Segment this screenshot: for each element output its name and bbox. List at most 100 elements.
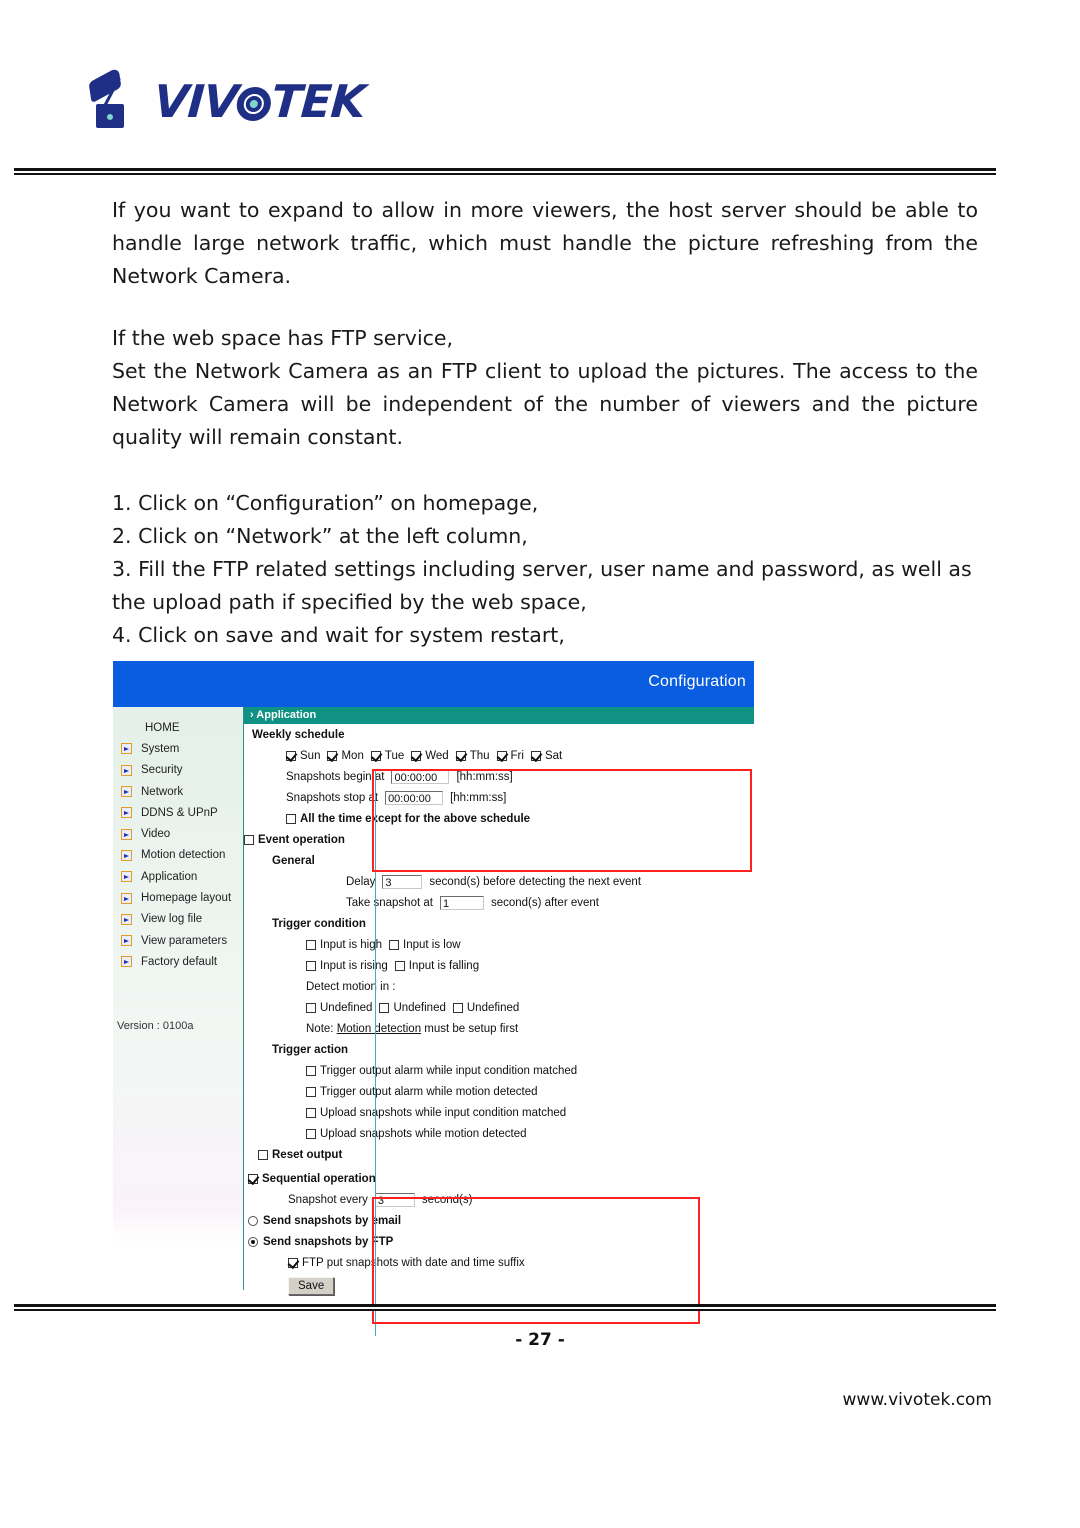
day-label-fri: Fri [510, 749, 524, 762]
save-button[interactable]: Save [288, 1277, 335, 1295]
sidebar-item-system[interactable]: System [113, 738, 243, 759]
sidebar-item-ddns-upnp[interactable]: DDNS & UPnP [113, 802, 243, 823]
sidebar-item-view-log-file[interactable]: View log file [113, 909, 243, 930]
snapshot-every-input[interactable]: 3 [374, 1192, 415, 1207]
sidebar-item-label: Video [141, 828, 171, 841]
radio-send-snapshots-by-email[interactable] [248, 1215, 258, 1226]
sidebar-item-homepage-layout[interactable]: Homepage layout [113, 887, 243, 908]
checkbox-ftp-date-time-suffix[interactable] [288, 1257, 298, 1268]
trigger-action-label: Trigger output alarm while motion detect… [320, 1085, 538, 1098]
step-item: 3. Fill the FTP related settings includi… [112, 557, 972, 614]
brand-wordmark: VIV TEK [152, 74, 367, 128]
sidebar-item-label: System [141, 742, 180, 755]
snapshots-begin-input[interactable]: 00:00:00 [391, 769, 450, 784]
sidebar: HOME System Security Network DDNS & UPnP… [113, 707, 244, 1290]
checkbox-input-is-high[interactable] [306, 939, 316, 950]
motion-zone-1-label: Undefined [320, 1001, 373, 1014]
sidebar-item-application[interactable]: Application [113, 866, 243, 887]
take-snapshot-input[interactable]: 1 [439, 895, 484, 910]
checkbox-thu[interactable] [455, 750, 466, 761]
checkbox-sat[interactable] [530, 750, 541, 761]
all-time-except-row: All the time except for the above schedu… [244, 808, 754, 829]
general-heading: General [272, 854, 315, 867]
checkbox-motion-zone-3[interactable] [452, 1002, 463, 1013]
checkbox-sequential-operation[interactable] [248, 1173, 258, 1184]
checkbox-input-is-rising[interactable] [306, 960, 316, 971]
sequential-operation-heading: Sequential operation [262, 1172, 376, 1185]
checkbox-all-time-except[interactable] [286, 813, 296, 824]
checkbox-trigger-output-motion[interactable] [306, 1086, 316, 1097]
motion-zone-2-label: Undefined [393, 1001, 446, 1014]
sidebar-item-network[interactable]: Network [113, 781, 243, 802]
trigger-action-label: Upload snapshots while input condition m… [320, 1106, 567, 1119]
checkbox-upload-snapshots-motion[interactable] [306, 1128, 316, 1139]
checkbox-mon[interactable] [327, 750, 338, 761]
checkbox-sun[interactable] [286, 750, 296, 761]
header-divider [14, 168, 996, 175]
checkbox-motion-zone-1[interactable] [306, 1002, 316, 1013]
take-snapshot-suffix-label: second(s) after event [490, 896, 599, 909]
motion-detection-link[interactable]: Motion detection [337, 1023, 421, 1035]
snapshots-begin-row: Snapshots begin at 00:00:00 [hh:mm:ss] [244, 766, 754, 787]
arrow-right-icon [121, 743, 132, 755]
checkbox-tue[interactable] [370, 750, 381, 761]
arrow-right-icon [121, 871, 132, 883]
ftp-paragraph-block: If the web space has FTP service, Set th… [112, 322, 978, 454]
snapshots-stop-input[interactable]: 00:00:00 [385, 790, 444, 805]
checkbox-fri[interactable] [496, 750, 507, 761]
reset-output-row: Reset output [244, 1144, 754, 1165]
paragraph-2-line-2: Set the Network Camera as an FTP client … [112, 359, 978, 449]
arrow-right-icon [121, 956, 132, 968]
snapshot-every-label: Snapshot every [288, 1193, 368, 1206]
motion-zones-row: Undefined Undefined Undefined [244, 997, 754, 1018]
motion-zone-3-label: Undefined [466, 1001, 520, 1014]
checkbox-upload-snapshots-input-matched[interactable] [306, 1107, 316, 1118]
arrow-right-icon [121, 764, 132, 776]
checkbox-reset-output[interactable] [258, 1149, 268, 1160]
sidebar-item-security[interactable]: Security [113, 760, 243, 781]
snapshots-stop-label: Snapshots stop at [286, 791, 379, 804]
day-label-wed: Wed [425, 749, 449, 762]
paragraph-2-line-1: If the web space has FTP service, [112, 326, 454, 350]
send-by-email-row: Send snapshots by email [244, 1210, 754, 1231]
input-level-row: Input is high Input is low [244, 934, 754, 955]
weekly-schedule-days: Sun Mon Tue Wed Thu Fri Sat [244, 745, 754, 766]
sidebar-nav: HOME System Security Network DDNS & UPnP… [113, 707, 243, 973]
checkbox-trigger-output-input-matched[interactable] [306, 1065, 316, 1076]
delay-input[interactable]: 3 [382, 874, 423, 889]
checkbox-input-is-falling[interactable] [394, 960, 405, 971]
arrow-right-icon [121, 849, 132, 861]
checkbox-motion-zone-2[interactable] [379, 1002, 390, 1013]
checkbox-wed[interactable] [411, 750, 422, 761]
trigger-action-row: Trigger output alarm while motion detect… [244, 1081, 754, 1102]
step-item: 1. Click on “Configuration” on homepage, [112, 491, 539, 515]
checkbox-input-is-low[interactable] [389, 939, 400, 950]
input-is-low-label: Input is low [403, 938, 461, 951]
sidebar-item-view-parameters[interactable]: View parameters [113, 930, 243, 951]
checkbox-event-operation[interactable] [244, 834, 254, 845]
motion-note-prefix: Note: [306, 1022, 334, 1035]
steps-list: 1. Click on “Configuration” on homepage,… [112, 487, 978, 652]
reset-output-label: Reset output [272, 1148, 343, 1161]
snapshots-stop-row: Snapshots stop at 00:00:00 [hh:mm:ss] [244, 787, 754, 808]
day-label-thu: Thu [469, 749, 490, 762]
arrow-right-icon [121, 828, 132, 840]
event-operation-row: Event operation [244, 829, 754, 850]
application-settings-panel: Weekly schedule Sun Mon Tue Wed Thu Fri … [244, 724, 754, 1299]
sidebar-item-home[interactable]: HOME [113, 717, 243, 738]
trigger-action-label: Upload snapshots while motion detected [320, 1127, 527, 1140]
delay-suffix-label: second(s) before detecting the next even… [429, 875, 642, 888]
detect-motion-label: Detect motion in : [306, 980, 396, 993]
sidebar-item-factory-default[interactable]: Factory default [113, 951, 243, 972]
step-item: 2. Click on “Network” at the left column… [112, 524, 528, 548]
radio-send-snapshots-by-ftp[interactable] [248, 1236, 258, 1247]
sidebar-item-video[interactable]: Video [113, 823, 243, 844]
motion-note-row: Note: Motion detection must be setup fir… [244, 1018, 754, 1039]
website-url: www.vivotek.com [842, 1390, 992, 1410]
day-label-sun: Sun [300, 749, 321, 762]
sidebar-item-motion-detection[interactable]: Motion detection [113, 845, 243, 866]
arrow-right-icon [121, 935, 132, 947]
event-operation-heading: Event operation [258, 833, 345, 846]
sidebar-item-label: Homepage layout [141, 892, 232, 905]
send-by-ftp-row: Send snapshots by FTP [244, 1231, 754, 1252]
